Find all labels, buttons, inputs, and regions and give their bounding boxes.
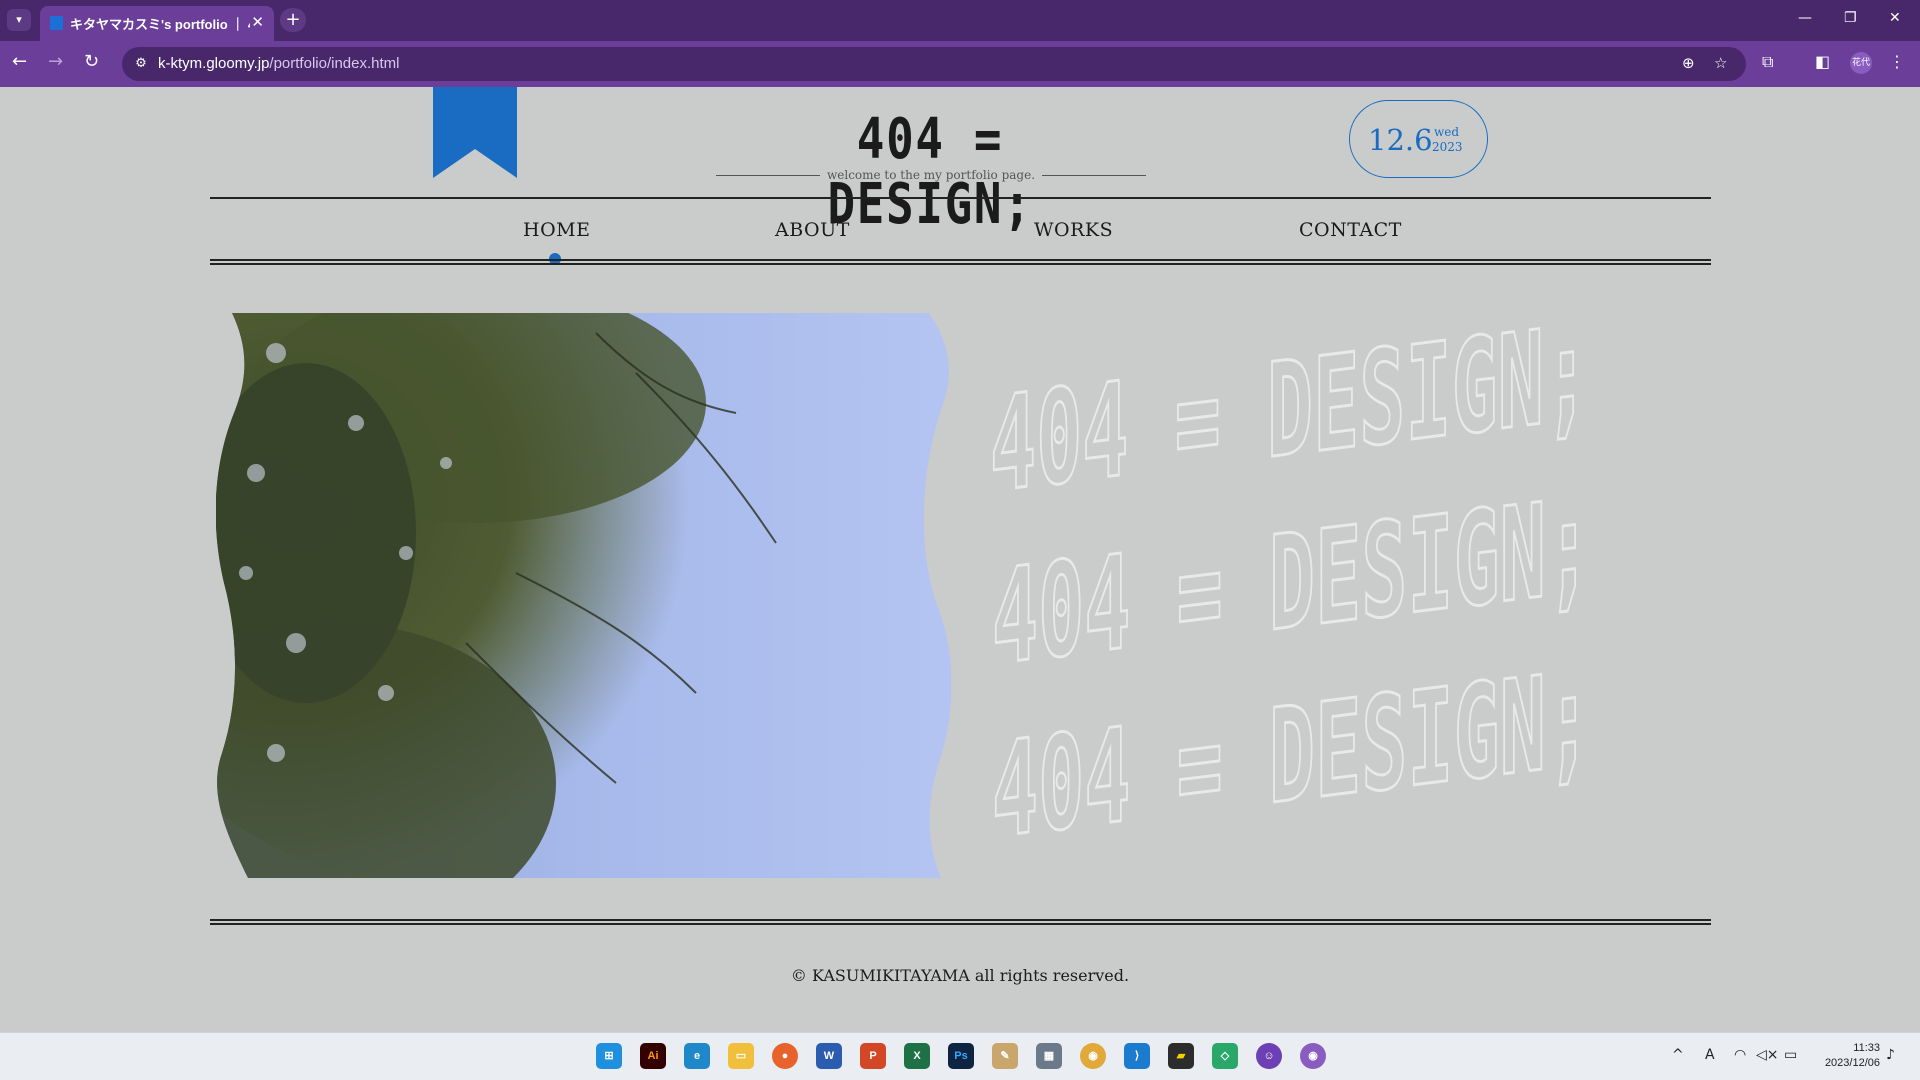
side-panel-icon[interactable]: ◧ xyxy=(1815,52,1830,71)
header-divider xyxy=(210,197,1711,199)
hero-logo-text: 404 = DESIGN; 404 = DESIGN; 404 = DESIGN… xyxy=(989,317,1594,869)
tab-close-icon[interactable]: ✕ xyxy=(251,13,264,31)
main-nav: HOME ABOUT WORKS CONTACT xyxy=(210,207,1711,247)
notification-bell-icon[interactable]: ♪ xyxy=(1886,1047,1895,1063)
excel-icon[interactable]: X xyxy=(904,1043,930,1069)
tray-overflow-icon[interactable]: ^ xyxy=(1672,1047,1684,1063)
page-content: 404 = DESIGN; welcome to the my portfoli… xyxy=(0,87,1920,1032)
browser-tab-bar: ▾ キタヤマカスミ's portfolio ｜ 404 ✕ + — ❐ ✕ xyxy=(0,0,1920,41)
bookmark-ribbon-icon xyxy=(433,87,517,178)
browser-toolbar: ← → ↻ ⚙ k-ktym.gloomy.jp/portfolio/index… xyxy=(0,41,1920,87)
chrome-profile-icon[interactable]: ◉ xyxy=(1300,1043,1326,1069)
calculator-icon[interactable]: ▦ xyxy=(1036,1043,1062,1069)
copyright-text: © KASUMIKITAYAMA all rights reserved. xyxy=(790,966,1130,985)
photoshop-icon[interactable]: Ps xyxy=(948,1043,974,1069)
app-diamond-icon[interactable]: ◇ xyxy=(1212,1043,1238,1069)
paint-icon[interactable]: ✎ xyxy=(992,1043,1018,1069)
new-tab-button[interactable]: + xyxy=(280,8,306,32)
tagline: welcome to the my portfolio page. xyxy=(716,165,1146,185)
powerpoint-icon[interactable]: P xyxy=(860,1043,886,1069)
system-clock[interactable]: 11:33 2023/12/06 xyxy=(1810,1041,1880,1071)
nav-contact[interactable]: CONTACT xyxy=(1299,219,1402,241)
back-icon[interactable]: ← xyxy=(12,51,27,72)
vscode-icon[interactable]: ⟩ xyxy=(1124,1043,1150,1069)
date-year: 2023 xyxy=(1432,140,1463,154)
active-tab[interactable]: キタヤマカスミ's portfolio ｜ 404 ✕ xyxy=(40,6,274,41)
tab-title: キタヤマカスミ's portfolio ｜ 404 xyxy=(70,17,250,32)
address-bar[interactable]: ⚙ k-ktym.gloomy.jp/portfolio/index.html … xyxy=(122,47,1746,81)
date-day: 12.6 xyxy=(1368,123,1433,157)
edge-icon[interactable]: e xyxy=(684,1043,710,1069)
start-icon[interactable]: ⊞ xyxy=(596,1043,622,1069)
word-icon[interactable]: W xyxy=(816,1043,842,1069)
clock-date: 2023/12/06 xyxy=(1824,1057,1880,1069)
tab-search-button[interactable]: ▾ xyxy=(7,9,31,31)
extensions-icon[interactable]: ⧉ xyxy=(1762,52,1773,72)
nav-home[interactable]: HOME xyxy=(523,219,590,241)
illustrator-icon[interactable]: Ai xyxy=(640,1043,666,1069)
footer-divider xyxy=(210,919,1711,925)
volume-muted-icon[interactable]: ◁× xyxy=(1756,1047,1779,1063)
nav-works[interactable]: WORKS xyxy=(1034,219,1113,241)
minimize-icon[interactable]: — xyxy=(1798,10,1812,26)
profile-avatar[interactable]: 花代 xyxy=(1850,52,1872,74)
nav-divider xyxy=(210,259,1711,265)
firefox-icon[interactable]: ● xyxy=(772,1043,798,1069)
forward-icon[interactable]: → xyxy=(48,51,63,72)
wifi-icon[interactable]: ◠ xyxy=(1734,1047,1746,1063)
sticky-notes-icon[interactable]: ▰ xyxy=(1168,1043,1194,1069)
hero-photo xyxy=(216,313,951,878)
window-close-icon[interactable]: ✕ xyxy=(1889,10,1901,26)
nav-about[interactable]: ABOUT xyxy=(775,219,850,241)
windows-taskbar: ⊞ Ai e ▭ ● W P X Ps ✎ ▦ ◉ ⟩ ▰ ◇ ☺ ◉ ^ A … xyxy=(0,1032,1920,1080)
file-explorer-icon[interactable]: ▭ xyxy=(728,1043,754,1069)
favicon-icon xyxy=(50,16,63,30)
chrome-icon[interactable]: ◉ xyxy=(1080,1043,1106,1069)
menu-dots-icon[interactable]: ⋮ xyxy=(1889,52,1905,71)
reload-icon[interactable]: ↻ xyxy=(84,51,99,72)
url-text[interactable]: k-ktym.gloomy.jp/portfolio/index.html xyxy=(158,55,400,72)
zoom-icon[interactable]: ⊕ xyxy=(1682,54,1695,72)
date-badge: 12.6 wed 2023 xyxy=(1349,100,1488,178)
date-weekday: wed xyxy=(1434,125,1460,139)
restore-icon[interactable]: ❐ xyxy=(1844,10,1857,26)
github-icon[interactable]: ☺ xyxy=(1256,1043,1282,1069)
bookmark-star-icon[interactable]: ☆ xyxy=(1714,54,1727,72)
battery-icon[interactable]: ▭ xyxy=(1784,1047,1797,1063)
clock-time: 11:33 xyxy=(1853,1042,1880,1054)
ime-icon[interactable]: A xyxy=(1705,1047,1715,1063)
site-info-icon[interactable]: ⚙ xyxy=(130,54,152,74)
